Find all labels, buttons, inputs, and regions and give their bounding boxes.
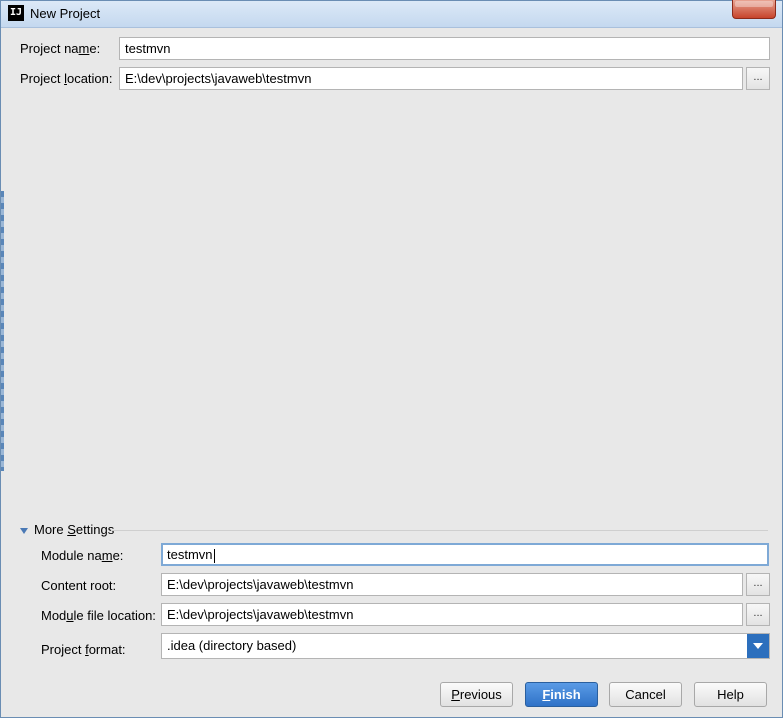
window-title: New Project bbox=[30, 6, 101, 21]
intellij-app-icon: IJ bbox=[8, 5, 24, 21]
module-file-location-label: Module file location: bbox=[41, 608, 156, 623]
help-button[interactable]: Help bbox=[694, 682, 767, 707]
content-root-label: Content root: bbox=[41, 578, 117, 593]
new-project-dialog: IJ New Project Project name: testmvn Pro… bbox=[0, 0, 783, 718]
more-settings-toggle[interactable]: More Settings bbox=[20, 522, 114, 537]
section-separator bbox=[111, 530, 768, 531]
content-root-input[interactable]: E:\dev\projects\javaweb\testmvn bbox=[161, 573, 743, 596]
dropdown-arrow-icon[interactable] bbox=[747, 634, 769, 658]
module-file-location-browse-button[interactable]: ... bbox=[746, 603, 770, 626]
project-location-input[interactable]: E:\dev\projects\javaweb\testmvn bbox=[119, 67, 743, 90]
module-name-input[interactable]: testmvn bbox=[161, 543, 769, 566]
project-format-selected-value: .idea (directory based) bbox=[167, 638, 297, 653]
finish-button[interactable]: Finish bbox=[525, 682, 598, 707]
cancel-button[interactable]: Cancel bbox=[609, 682, 682, 707]
title-bar[interactable]: IJ New Project bbox=[1, 0, 782, 28]
previous-button[interactable]: Previous bbox=[440, 682, 513, 707]
module-file-location-input[interactable]: E:\dev\projects\javaweb\testmvn bbox=[161, 603, 743, 626]
project-format-dropdown[interactable]: .idea (directory based) bbox=[161, 633, 770, 659]
project-format-label: Project format: bbox=[41, 642, 126, 657]
collapse-triangle-icon bbox=[20, 527, 28, 534]
text-caret bbox=[213, 548, 215, 563]
project-name-label: Project name: bbox=[20, 41, 101, 56]
project-name-input[interactable]: testmvn bbox=[119, 37, 770, 60]
window-close-button[interactable] bbox=[732, 0, 776, 19]
content-root-browse-button[interactable]: ... bbox=[746, 573, 770, 596]
project-location-browse-button[interactable]: ... bbox=[746, 67, 770, 90]
module-name-label: Module name: bbox=[41, 548, 124, 563]
project-location-label: Project location: bbox=[20, 71, 113, 86]
window-edge-decoration bbox=[1, 191, 4, 471]
